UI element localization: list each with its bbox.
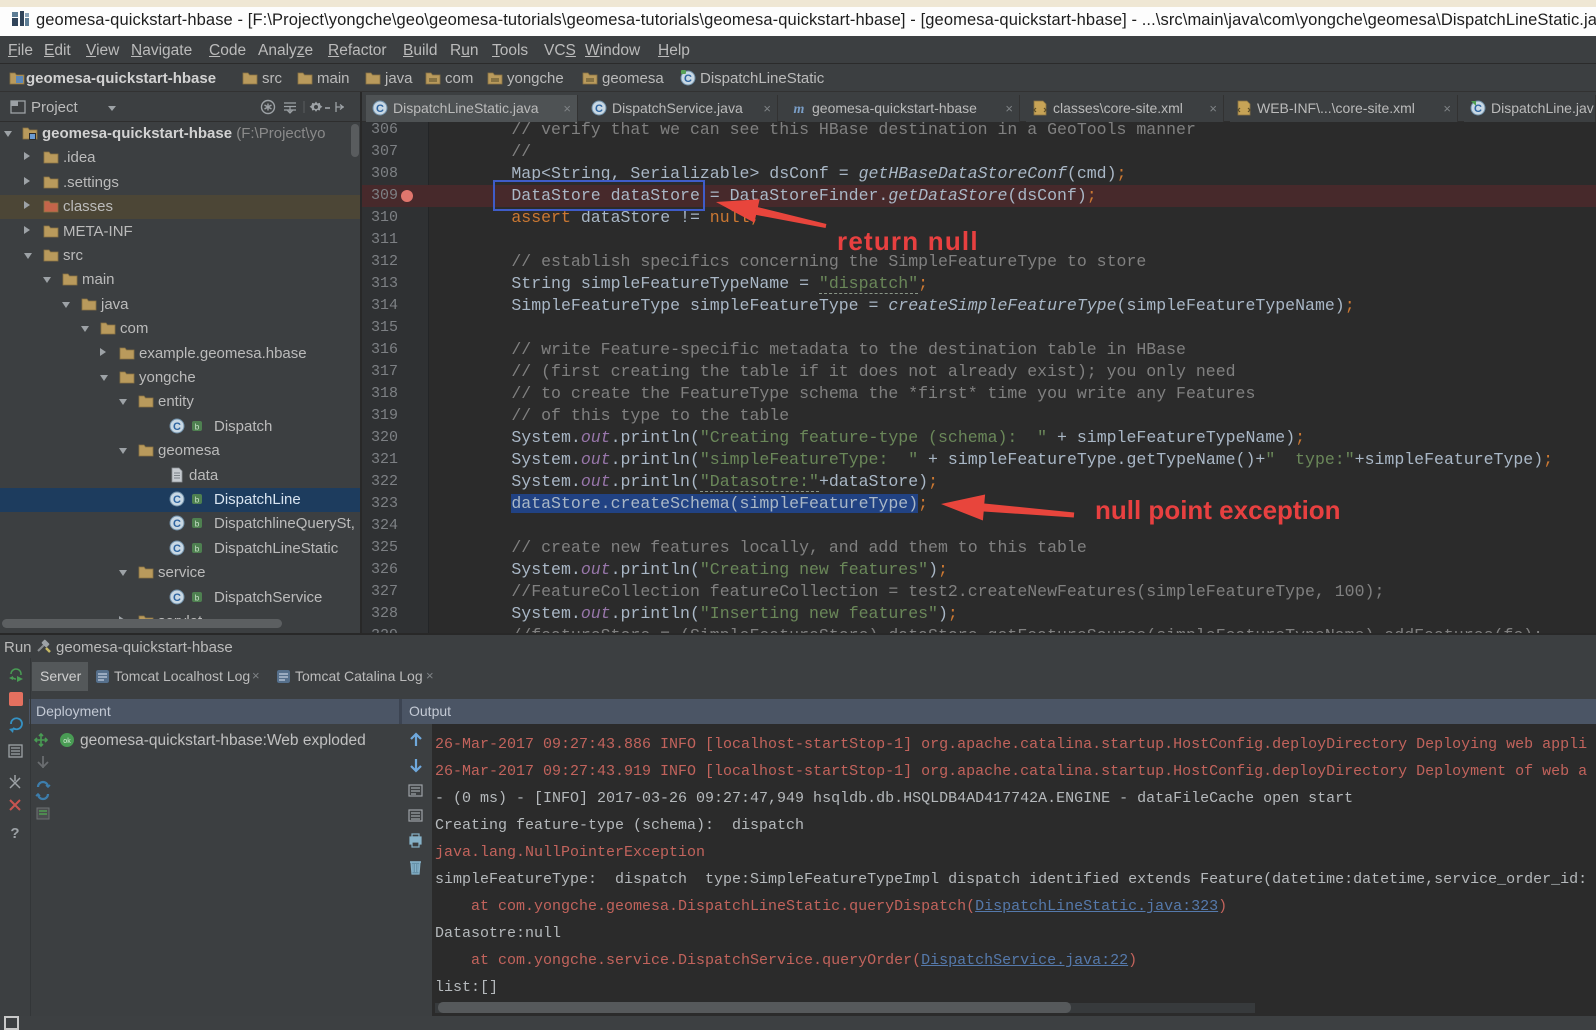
svg-text:ok: ok bbox=[63, 738, 71, 745]
svg-text:C: C bbox=[595, 103, 603, 115]
svg-text:?: ? bbox=[10, 825, 19, 842]
svg-text:C: C bbox=[173, 494, 181, 506]
svg-text:return null: return null bbox=[837, 226, 979, 256]
svg-text:b: b bbox=[195, 423, 200, 432]
svg-text:C: C bbox=[173, 592, 181, 604]
svg-text:b: b bbox=[195, 496, 200, 505]
svg-text:m: m bbox=[794, 102, 805, 116]
svg-text:C: C bbox=[376, 103, 384, 115]
svg-text:b: b bbox=[195, 594, 200, 603]
svg-text:C: C bbox=[173, 421, 181, 433]
svg-text:C: C bbox=[173, 543, 181, 555]
svg-text:C: C bbox=[684, 73, 692, 85]
svg-text:b: b bbox=[195, 545, 200, 554]
svg-text:null point exception: null point exception bbox=[1095, 495, 1341, 525]
svg-text:b: b bbox=[195, 520, 200, 529]
svg-text:C: C bbox=[173, 518, 181, 530]
